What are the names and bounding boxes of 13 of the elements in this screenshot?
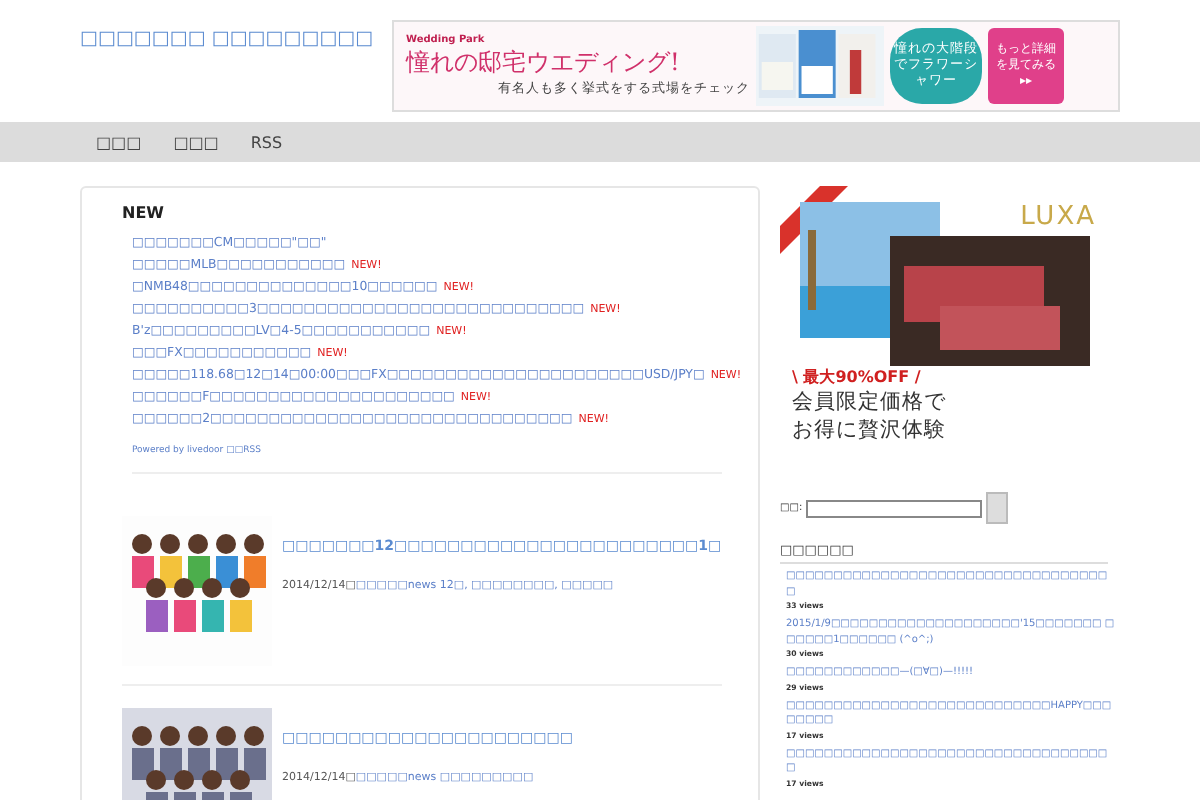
side-ad[interactable]: LUXA \ 最大90%OFF / 会員限定価格で お得に贅沢体験 bbox=[780, 186, 1116, 462]
nav-link[interactable]: RSS bbox=[250, 133, 283, 151]
nav-link[interactable]: □□□ bbox=[96, 133, 142, 151]
site-title[interactable]: □□□□□□□ □□□□□□□□□ bbox=[80, 28, 392, 50]
ad-headline: 憧れの邸宅ウエディング! bbox=[406, 46, 682, 80]
search-field[interactable] bbox=[806, 499, 983, 517]
ad-text: お得に贅沢体験 bbox=[792, 416, 948, 444]
ad-offer: \ 最大90%OFF / bbox=[792, 366, 923, 388]
section-heading: NEW bbox=[122, 204, 166, 222]
nav-link[interactable]: □□□ bbox=[173, 133, 219, 151]
brand-logo: LUXA bbox=[1020, 202, 1096, 232]
search-button[interactable] bbox=[986, 492, 1009, 524]
ad-text: 会員限定価格で bbox=[792, 388, 948, 416]
